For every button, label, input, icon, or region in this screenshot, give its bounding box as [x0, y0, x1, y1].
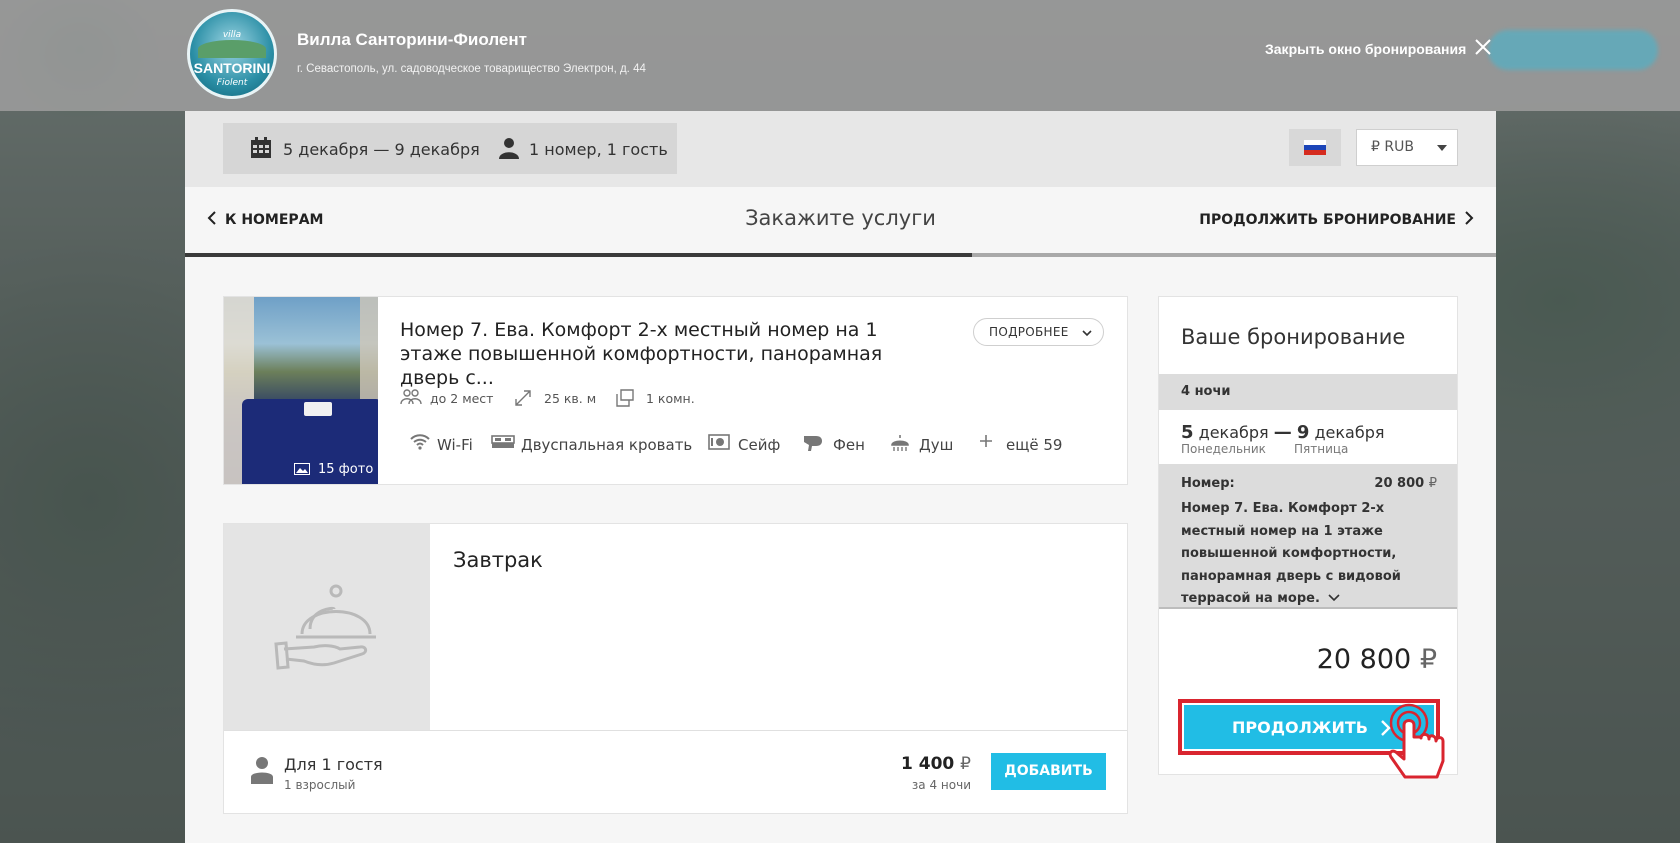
service-nights: за 4 ночи	[911, 778, 971, 792]
logo-hill-shape	[198, 40, 266, 58]
ruble-symbol: ₽	[960, 754, 971, 774]
guests-value: 1 номер, 1 гость	[529, 140, 668, 159]
hairdryer-icon	[804, 436, 822, 451]
checkout-day: 9	[1296, 422, 1310, 443]
service-footer: Для 1 гостя 1 взрослый 1 400 ₽ за 4 ночи…	[224, 730, 1127, 814]
service-title: Завтрак	[453, 548, 543, 572]
spec-area-value: 25 кв. м	[544, 391, 597, 406]
shower-icon	[891, 435, 909, 451]
next-label: ПРОДОЛЖИТЬ БРОНИРОВАНИЕ	[1199, 212, 1456, 228]
room-name-text: Номер 7. Ева. Комфорт 2-х местный номер …	[1181, 501, 1401, 606]
booking-dates: 5 декабря — 9 декабря	[1181, 422, 1385, 443]
spec-rooms-value: 1 комн.	[646, 391, 695, 406]
continue-booking-link[interactable]: ПРОДОЛЖИТЬ БРОНИРОВАНИЕ	[1199, 211, 1474, 228]
hotel-logo: villa SANTORINI Fiolent	[187, 9, 277, 99]
room-label: Номер:	[1181, 476, 1235, 491]
photo-towel	[304, 402, 332, 416]
details-label: ПОДРОБНЕЕ	[989, 325, 1069, 339]
booking-room-details: Номер: 20 800 ₽ Номер 7. Ева. Комфорт 2-…	[1159, 464, 1457, 609]
checkin-month: декабря	[1198, 423, 1269, 442]
amenity-bed-label: Двуспальная кровать	[521, 436, 693, 454]
service-adults-label: 1 взрослый	[284, 778, 356, 792]
safe-icon	[708, 434, 730, 450]
amenity-more-label: ещё 59	[1006, 436, 1063, 454]
background-button-blur	[1488, 30, 1658, 70]
amenity-hairdryer-label: Фен	[833, 436, 865, 454]
service-card: Завтрак Для 1 гостя 1 взрослый 1 400 ₽ з…	[223, 523, 1128, 814]
bed-icon	[491, 435, 515, 448]
ru-flag-icon	[1304, 140, 1326, 155]
side-shade-right	[1496, 111, 1680, 843]
cloche-icon	[274, 584, 376, 670]
user-icon	[499, 138, 519, 159]
people-icon	[400, 389, 422, 405]
photo-icon	[294, 463, 310, 475]
close-booking-link[interactable]: Закрыть окно бронирования	[1265, 41, 1466, 57]
service-price-value: 1 400	[901, 754, 955, 774]
pointer-hand-icon	[1388, 703, 1445, 779]
ruble-symbol: ₽	[1428, 476, 1437, 491]
checkin-weekday: Понедельник	[1181, 442, 1266, 456]
room-price-value: 20 800	[1374, 476, 1425, 491]
checkin-day: 5	[1181, 422, 1194, 443]
currency-value: ₽ RUB	[1371, 139, 1414, 155]
amenity-safe-label: Сейф	[738, 436, 781, 454]
service-price: 1 400 ₽	[901, 754, 971, 774]
total-value: 20 800	[1316, 644, 1412, 675]
dates-value: 5 декабря — 9 декабря	[283, 140, 480, 159]
logo-main-text: SANTORINI	[193, 60, 271, 76]
photo-count: 15 фото	[318, 462, 374, 477]
language-selector[interactable]	[1289, 129, 1341, 166]
chevron-right-icon	[1465, 211, 1474, 225]
calendar-icon	[251, 137, 271, 158]
amenity-wifi-label: Wi-Fi	[437, 436, 473, 454]
amenity-shower-label: Душ	[919, 436, 954, 454]
booking-panel: 5 декабря — 9 декабря 1 номер, 1 гость ₽…	[185, 111, 1496, 843]
room-name[interactable]: Номер 7. Ева. Комфорт 2-х местный номер …	[1181, 498, 1421, 611]
hotel-address: г. Севастополь, ул. садоводческое товари…	[297, 63, 646, 75]
close-icon[interactable]	[1474, 38, 1492, 56]
hotel-name: Вилла Санторини-Фиолент	[297, 30, 527, 49]
step-nav: К НОМЕРАМ Закажите услуги ПРОДОЛЖИТЬ БРО…	[185, 187, 1496, 255]
room-price: 20 800 ₽	[1374, 476, 1437, 491]
logo-script-text: villa	[222, 30, 242, 40]
chevron-down-icon	[1328, 594, 1341, 602]
nights-count: 4 ночи	[1181, 384, 1231, 399]
room-icon	[616, 389, 634, 407]
step-progress-bar	[185, 253, 1496, 257]
add-service-button[interactable]: ДОБАВИТЬ	[991, 753, 1106, 790]
caret-down-icon	[1437, 145, 1447, 151]
checkout-weekday: Пятница	[1294, 442, 1349, 456]
search-bar: 5 декабря — 9 декабря 1 номер, 1 гость ₽…	[185, 111, 1496, 187]
details-button[interactable]: ПОДРОБНЕЕ	[973, 318, 1104, 346]
logo-sub-text: Fiolent	[216, 78, 248, 88]
currency-select[interactable]: ₽ RUB	[1356, 129, 1458, 166]
total-price: 20 800 ₽	[1317, 644, 1437, 675]
checkout-month: декабря	[1314, 423, 1385, 442]
search-summary[interactable]: 5 декабря — 9 декабря 1 номер, 1 гость	[223, 123, 677, 174]
expand-icon	[515, 390, 531, 406]
plus-icon	[980, 435, 992, 447]
booking-title: Ваше бронирование	[1181, 325, 1406, 349]
room-title: Номер 7. Ева. Комфорт 2-х местный номер …	[400, 319, 883, 389]
ruble-symbol: ₽	[1419, 644, 1437, 675]
user-icon	[251, 757, 273, 784]
progress-fill	[185, 253, 972, 257]
nights-bar: 4 ночи	[1159, 374, 1457, 410]
continue-label: ПРОДОЛЖИТЬ	[1232, 718, 1368, 737]
room-card: 15 фото Номер 7. Ева. Комфорт 2-х местны…	[223, 296, 1128, 485]
wifi-icon	[410, 434, 430, 450]
chevron-down-icon	[1082, 330, 1092, 337]
spec-capacity-value: до 2 мест	[430, 391, 494, 406]
service-guest-label: Для 1 гостя	[284, 755, 383, 774]
service-image	[224, 524, 430, 730]
room-photo[interactable]: 15 фото	[224, 297, 378, 484]
side-shade-left	[0, 111, 185, 843]
